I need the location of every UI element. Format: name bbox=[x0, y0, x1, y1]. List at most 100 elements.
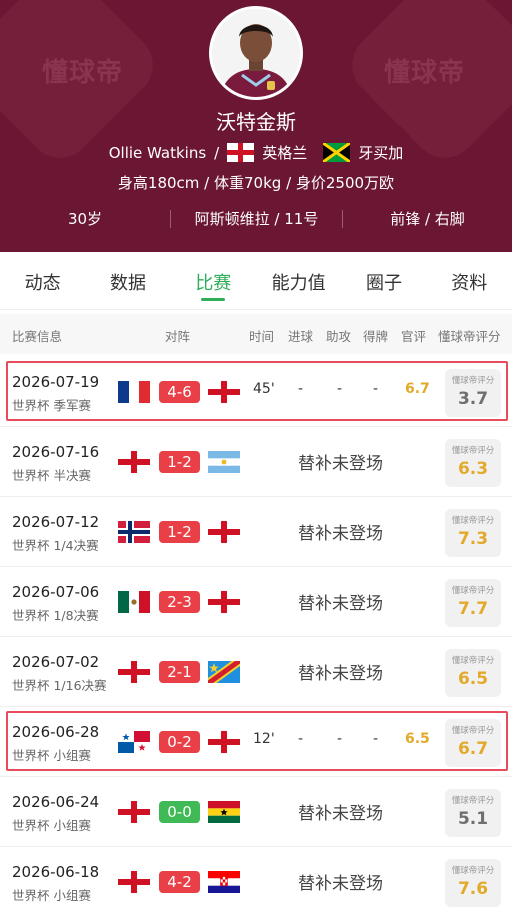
official-rating: 6.7 bbox=[405, 381, 430, 397]
england-flag-icon bbox=[208, 521, 240, 543]
match-date: 2026-06-24 bbox=[12, 793, 100, 811]
dqd-rating-label: 懂球帝评分 bbox=[451, 586, 495, 596]
england-flag-icon bbox=[208, 381, 240, 403]
col-goals: 进球 bbox=[288, 329, 314, 344]
watermark-right: 懂球帝 bbox=[384, 58, 466, 88]
dqd-rating-value: 7.7 bbox=[457, 599, 489, 619]
norway-flag-icon bbox=[118, 521, 150, 543]
england-flag-icon bbox=[118, 661, 150, 683]
england-flag-icon bbox=[227, 143, 255, 162]
unused-sub-note: 替补未登场 bbox=[298, 804, 383, 824]
player-avatar[interactable] bbox=[209, 6, 303, 100]
col-dqd-rating: 懂球帝评分 bbox=[438, 329, 501, 344]
match-score[interactable]: 1-2 bbox=[159, 521, 200, 543]
official-rating: 6.5 bbox=[405, 731, 430, 747]
match-score[interactable]: 2-1 bbox=[159, 661, 200, 683]
tab-feed[interactable]: 动态 bbox=[0, 252, 85, 309]
match-row[interactable]: 2026-07-19 世界杯 季军赛 4-6 45' - - - 6.7 懂球帝评分 3.7 bbox=[0, 357, 512, 427]
goals-value: - bbox=[298, 731, 304, 747]
match-row[interactable]: 2026-06-24 世界杯 小组赛 0-0 替补未登场 懂球帝评分 5.1 bbox=[0, 777, 512, 847]
player-meta-row: 30岁 阿斯顿维拉 / 11号 前锋 / 右脚 bbox=[0, 208, 512, 229]
match-score[interactable]: 0-2 bbox=[159, 731, 200, 753]
match-date: 2026-07-12 bbox=[12, 513, 100, 531]
dqd-rating-box[interactable]: 懂球帝评分 3.7 bbox=[445, 369, 501, 417]
panama-flag-icon bbox=[118, 731, 150, 753]
unused-sub-note: 替补未登场 bbox=[298, 874, 383, 894]
dqd-rating-value: 6.5 bbox=[457, 669, 489, 689]
player-age: 30岁 bbox=[67, 210, 103, 228]
dqd-rating-box[interactable]: 懂球帝评分 7.3 bbox=[445, 509, 501, 557]
match-date: 2026-07-19 bbox=[12, 373, 100, 391]
dqd-rating-label: 懂球帝评分 bbox=[451, 796, 495, 806]
match-row[interactable]: 2026-07-02 世界杯 1/16决赛 2-1 替补未登场 懂球帝评分 6.5 bbox=[0, 637, 512, 707]
cards-value: - bbox=[373, 731, 379, 747]
argentina-flag-icon bbox=[208, 451, 240, 473]
match-date: 2026-06-18 bbox=[12, 863, 100, 881]
dqd-rating-box[interactable]: 懂球帝评分 6.5 bbox=[445, 649, 501, 697]
minutes-played: 12' bbox=[253, 731, 275, 747]
dqd-rating-box[interactable]: 懂球帝评分 6.7 bbox=[445, 719, 501, 767]
assists-value: - bbox=[337, 381, 343, 397]
match-score[interactable]: 4-6 bbox=[159, 381, 200, 403]
dr-congo-flag-icon bbox=[208, 661, 240, 683]
profile-tabs: 动态 数据 比赛 能力值 圈子 资料 bbox=[0, 252, 512, 310]
match-score[interactable]: 4-2 bbox=[159, 871, 200, 893]
france-flag-icon bbox=[118, 381, 150, 403]
ghana-flag-icon bbox=[208, 801, 240, 823]
match-date: 2026-06-28 bbox=[12, 723, 100, 741]
nation-secondary: 牙买加 bbox=[358, 144, 404, 162]
match-competition: 世界杯 1/16决赛 bbox=[12, 678, 107, 693]
player-position: 前锋 / 右脚 bbox=[390, 210, 465, 228]
dqd-rating-box[interactable]: 懂球帝评分 7.7 bbox=[445, 579, 501, 627]
player-header: 懂球帝 懂球帝 沃特金斯 Ollie Watkins / 英格兰 牙买加 身高1… bbox=[0, 0, 512, 252]
tab-matches[interactable]: 比赛 bbox=[171, 252, 256, 309]
tab-profile[interactable]: 资料 bbox=[427, 252, 512, 309]
dqd-rating-value: 5.1 bbox=[457, 809, 489, 829]
match-row[interactable]: 2026-06-28 世界杯 小组赛 0-2 12' - - - 6.5 懂球帝评分 6.7 bbox=[0, 707, 512, 777]
unused-sub-note: 替补未登场 bbox=[298, 524, 383, 544]
dqd-rating-label: 懂球帝评分 bbox=[451, 446, 495, 456]
mexico-flag-icon bbox=[118, 591, 150, 613]
dqd-rating-box[interactable]: 懂球帝评分 5.1 bbox=[445, 789, 501, 837]
match-row[interactable]: 2026-07-12 世界杯 1/4决赛 1-2 替补未登场 懂球帝评分 7.3 bbox=[0, 497, 512, 567]
match-date: 2026-07-02 bbox=[12, 653, 100, 671]
dqd-rating-label: 懂球帝评分 bbox=[451, 726, 495, 736]
col-matchup: 对阵 bbox=[165, 329, 191, 344]
watermark-left: 懂球帝 bbox=[42, 58, 124, 88]
match-competition: 世界杯 1/4决赛 bbox=[12, 538, 99, 553]
dqd-rating-value: 3.7 bbox=[457, 389, 489, 409]
player-name-cn: 沃特金斯 bbox=[216, 110, 296, 134]
england-flag-icon bbox=[208, 591, 240, 613]
player-club[interactable]: 阿斯顿维拉 / 11号 bbox=[171, 208, 342, 229]
match-competition: 世界杯 小组赛 bbox=[12, 748, 91, 763]
nation-primary: 英格兰 bbox=[262, 144, 308, 162]
match-date: 2026-07-16 bbox=[12, 443, 100, 461]
dqd-rating-value: 7.3 bbox=[457, 529, 489, 549]
match-score[interactable]: 0-0 bbox=[159, 801, 200, 823]
match-score[interactable]: 1-2 bbox=[159, 451, 200, 473]
player-identity-row: Ollie Watkins / 英格兰 牙买加 bbox=[0, 142, 512, 163]
dqd-rating-box[interactable]: 懂球帝评分 6.3 bbox=[445, 439, 501, 487]
dqd-rating-value: 6.3 bbox=[457, 459, 489, 479]
col-cards: 得牌 bbox=[363, 329, 389, 344]
unused-sub-note: 替补未登场 bbox=[298, 454, 383, 474]
dqd-rating-label: 懂球帝评分 bbox=[451, 656, 495, 666]
tab-ability[interactable]: 能力值 bbox=[256, 252, 341, 309]
match-row[interactable]: 2026-06-18 世界杯 小组赛 4-2 替补未登场 懂球帝评分 7.6 bbox=[0, 847, 512, 914]
unused-sub-note: 替补未登场 bbox=[298, 664, 383, 684]
dqd-rating-value: 6.7 bbox=[457, 739, 489, 759]
england-flag-icon bbox=[118, 801, 150, 823]
dqd-rating-label: 懂球帝评分 bbox=[451, 516, 495, 526]
match-score[interactable]: 2-3 bbox=[159, 591, 200, 613]
match-row[interactable]: 2026-07-06 世界杯 1/8决赛 2-3 替补未登场 懂球帝评分 7.7 bbox=[0, 567, 512, 637]
assists-value: - bbox=[337, 731, 343, 747]
col-time: 时间 bbox=[249, 329, 275, 344]
cards-value: - bbox=[373, 381, 379, 397]
match-row[interactable]: 2026-07-16 世界杯 半决赛 1-2 替补未登场 懂球帝评分 6.3 bbox=[0, 427, 512, 497]
match-competition: 世界杯 小组赛 bbox=[12, 818, 91, 833]
tab-stats[interactable]: 数据 bbox=[85, 252, 170, 309]
dqd-rating-box[interactable]: 懂球帝评分 7.6 bbox=[445, 859, 501, 907]
tab-community[interactable]: 圈子 bbox=[341, 252, 426, 309]
col-assists: 助攻 bbox=[326, 329, 352, 344]
match-competition: 世界杯 小组赛 bbox=[12, 888, 91, 903]
